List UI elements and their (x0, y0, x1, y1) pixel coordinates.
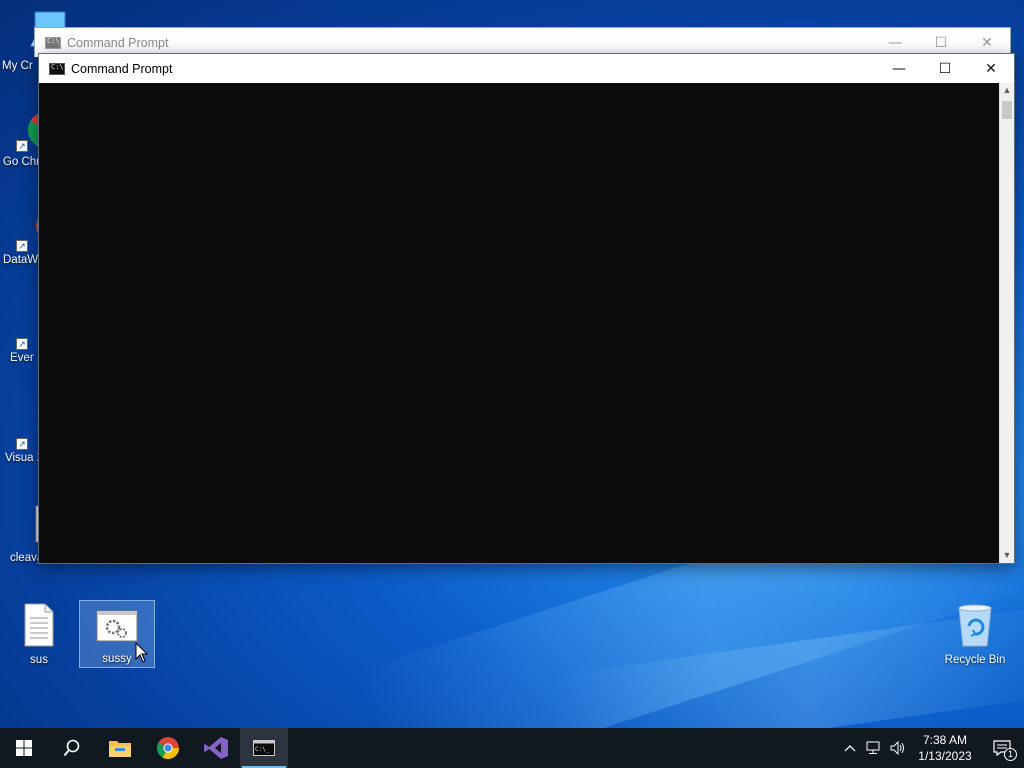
command-prompt-icon: C:\_ (253, 740, 275, 756)
windows-logo-icon (16, 740, 32, 756)
scroll-down-arrow-icon[interactable]: ▼ (1000, 548, 1014, 563)
text-file-icon (24, 603, 54, 647)
visual-studio-icon (204, 737, 228, 759)
shortcut-arrow-icon: ↗ (16, 338, 28, 350)
minimize-button[interactable]: — (876, 54, 922, 83)
clock-time: 7:38 AM (922, 733, 968, 747)
taskbar-chrome[interactable] (144, 728, 192, 768)
window-title: Command Prompt (71, 61, 173, 76)
desktop-icon-label: Recycle Bin (944, 654, 1006, 666)
mouse-cursor-icon (135, 642, 149, 663)
command-prompt-icon (45, 36, 61, 49)
console-output-area[interactable] (39, 83, 1000, 563)
scroll-up-arrow-icon[interactable]: ▲ (1000, 83, 1014, 98)
maximize-button[interactable]: ☐ (922, 54, 968, 83)
taskbar-search-button[interactable] (48, 728, 96, 768)
notification-count-badge: 1 (1004, 748, 1017, 761)
window-titlebar[interactable]: Command Prompt — ☐ ✕ (39, 54, 1014, 83)
desktop-icon-label: Go Chr (2, 156, 40, 168)
system-tray: 7:38 AM 1/13/2023 1 (838, 728, 1024, 768)
desktop-icon-sus[interactable]: sus (1, 602, 77, 667)
volume-icon[interactable] (886, 728, 910, 768)
taskbar-visual-studio[interactable] (192, 728, 240, 768)
recycle-bin-icon (958, 604, 992, 647)
taskbar-clock[interactable]: 7:38 AM 1/13/2023 (910, 732, 980, 764)
folder-icon (109, 741, 131, 757)
command-prompt-icon (49, 62, 65, 75)
shortcut-arrow-icon: ↗ (16, 140, 28, 152)
network-icon[interactable] (862, 728, 886, 768)
close-button[interactable]: ✕ (968, 54, 1014, 83)
desktop-icon-label: sus (30, 654, 48, 666)
settings-file-icon (96, 610, 138, 642)
taskbar-command-prompt[interactable]: C:\_ (240, 728, 288, 768)
shortcut-arrow-icon: ↗ (16, 438, 28, 450)
window-title: Command Prompt (67, 35, 169, 50)
svg-text:C:\_: C:\_ (255, 746, 270, 753)
search-icon (63, 739, 80, 757)
start-button[interactable] (0, 728, 48, 768)
vertical-scrollbar[interactable]: ▲ ▼ (999, 83, 1014, 563)
chrome-icon (157, 737, 179, 759)
scrollbar-thumb[interactable] (1002, 101, 1012, 119)
command-prompt-window[interactable]: Command Prompt — ☐ ✕ ▲ ▼ (38, 53, 1015, 564)
show-hidden-icons-chevron-up-icon[interactable] (838, 728, 862, 768)
taskbar-file-explorer[interactable] (96, 728, 144, 768)
desktop-icon-recycle-bin[interactable]: Recycle Bin (937, 602, 1013, 667)
clock-date: 1/13/2023 (918, 749, 972, 763)
shortcut-arrow-icon: ↗ (16, 240, 28, 252)
action-center-button[interactable]: 1 (980, 728, 1024, 768)
taskbar: C:\_ 7:38 AM 1/13/2023 1 (0, 728, 1024, 768)
